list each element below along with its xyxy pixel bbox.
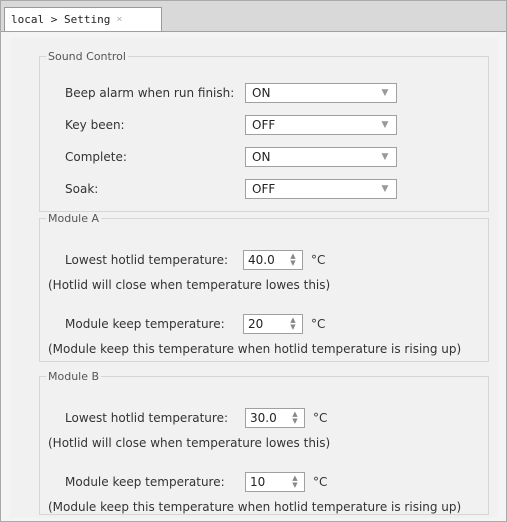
soak-label: Soak: <box>65 182 99 196</box>
complete-value: ON <box>252 150 271 164</box>
chevron-down-icon[interactable]: ▼ <box>378 118 392 132</box>
module-b-lowest-note: (Hotlid will close when temperature lowe… <box>48 436 331 450</box>
module-b-keep-unit: °C <box>313 475 328 489</box>
key-been-value: OFF <box>252 118 276 132</box>
module-b-legend: Module B <box>48 370 100 383</box>
settings-window: local > Setting × Sound Control Beep ala… <box>0 0 507 522</box>
module-b-keep-note: (Module keep this temperature when hotli… <box>48 500 462 514</box>
module-b-keep-spinner[interactable]: 10 ▲ ▼ <box>245 472 305 492</box>
module-b-keep-value: 10 <box>250 475 266 489</box>
module-a-lowest-value: 40.0 <box>248 253 275 267</box>
tab-bar: local > Setting × <box>1 1 506 32</box>
module-a-group: Module A Lowest hotlid temperature: 40.0… <box>39 212 489 362</box>
module-a-keep-unit: °C <box>311 317 326 331</box>
complete-label: Complete: <box>65 150 127 164</box>
spinner-arrows-icon[interactable]: ▲ ▼ <box>286 252 300 268</box>
spinner-arrows-icon[interactable]: ▲ ▼ <box>288 474 302 490</box>
soak-select[interactable]: OFF ▼ <box>245 179 397 199</box>
key-been-select[interactable]: OFF ▼ <box>245 115 397 135</box>
chevron-down-icon[interactable]: ▼ <box>378 86 392 100</box>
close-icon[interactable]: × <box>116 14 122 25</box>
module-b-keep-label: Module keep temperature: <box>65 475 225 489</box>
tab-setting[interactable]: local > Setting × <box>4 7 162 31</box>
module-a-keep-note: (Module keep this temperature when hotli… <box>48 342 462 356</box>
module-a-lowest-note: (Hotlid will close when temperature lowe… <box>48 278 331 292</box>
module-a-lowest-spinner[interactable]: 40.0 ▲ ▼ <box>243 250 303 270</box>
module-b-group: Module B Lowest hotlid temperature: 30.0… <box>39 370 489 515</box>
sound-control-group: Sound Control Beep alarm when run finish… <box>39 50 489 212</box>
chevron-down-icon[interactable]: ▼ <box>378 150 392 164</box>
key-been-label: Key been: <box>65 118 125 132</box>
beep-alarm-select[interactable]: ON ▼ <box>245 83 397 103</box>
module-a-keep-spinner[interactable]: 20 ▲ ▼ <box>243 314 303 334</box>
module-a-keep-label: Module keep temperature: <box>65 317 225 331</box>
soak-value: OFF <box>252 182 276 196</box>
spinner-arrows-icon[interactable]: ▲ ▼ <box>288 410 302 426</box>
module-a-keep-value: 20 <box>248 317 264 331</box>
beep-alarm-label: Beep alarm when run finish: <box>65 86 235 100</box>
beep-alarm-value: ON <box>252 86 271 100</box>
module-b-lowest-label: Lowest hotlid temperature: <box>65 411 229 425</box>
chevron-down-icon[interactable]: ▼ <box>378 182 392 196</box>
module-b-lowest-spinner[interactable]: 30.0 ▲ ▼ <box>245 408 305 428</box>
module-b-lowest-unit: °C <box>313 411 328 425</box>
sound-control-legend: Sound Control <box>48 50 126 63</box>
complete-select[interactable]: ON ▼ <box>245 147 397 167</box>
module-a-legend: Module A <box>48 212 100 225</box>
module-b-lowest-value: 30.0 <box>250 411 277 425</box>
tab-label: local > Setting <box>11 13 111 26</box>
module-a-lowest-label: Lowest hotlid temperature: <box>65 253 229 267</box>
module-a-lowest-unit: °C <box>311 253 326 267</box>
spinner-arrows-icon[interactable]: ▲ ▼ <box>286 316 300 332</box>
settings-body: Sound Control Beep alarm when run finish… <box>1 32 506 521</box>
